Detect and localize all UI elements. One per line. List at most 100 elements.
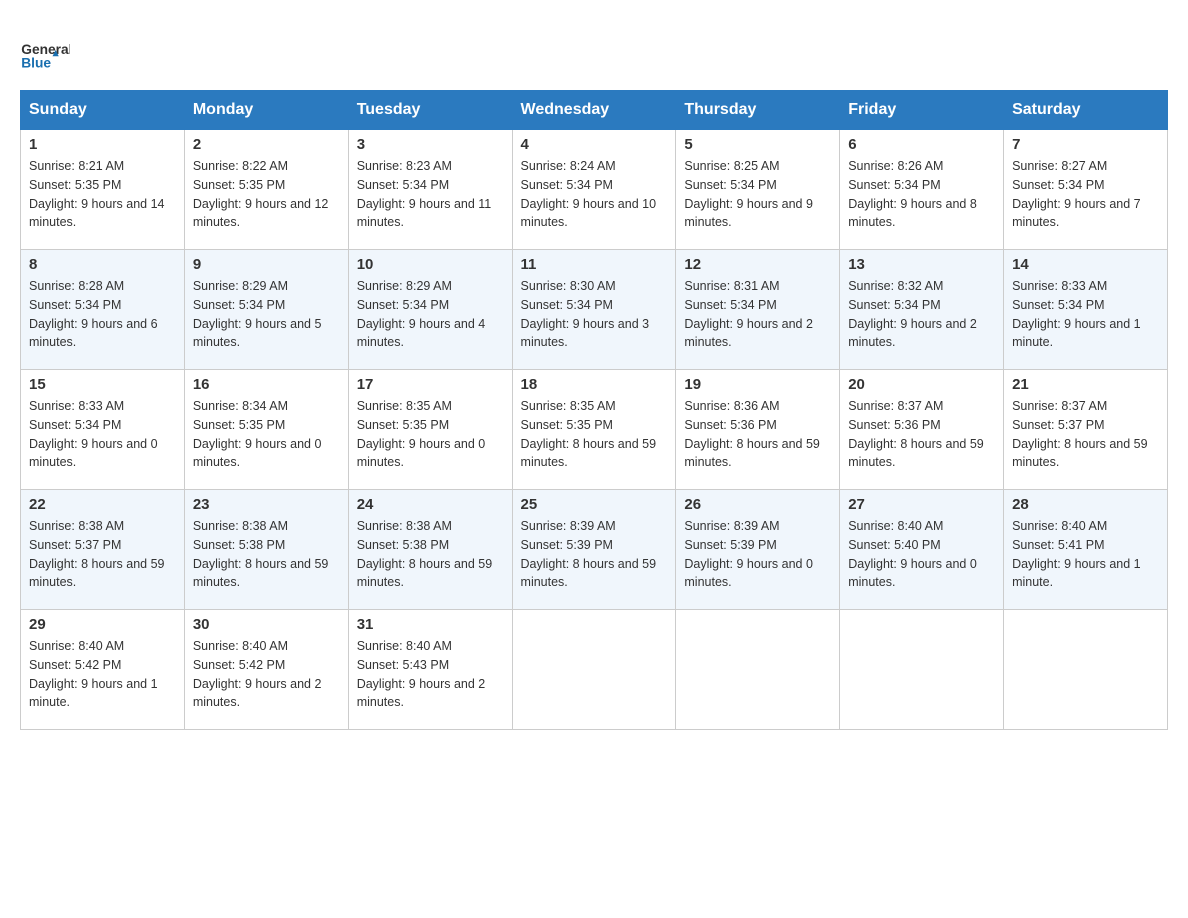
calendar-cell: 4 Sunrise: 8:24 AMSunset: 5:34 PMDaylight…	[512, 130, 676, 250]
day-info: Sunrise: 8:40 AMSunset: 5:42 PMDaylight:…	[193, 637, 340, 712]
calendar-cell: 21 Sunrise: 8:37 AMSunset: 5:37 PMDayligh…	[1004, 370, 1168, 490]
calendar-cell: 1 Sunrise: 8:21 AMSunset: 5:35 PMDaylight…	[21, 130, 185, 250]
calendar-cell: 12 Sunrise: 8:31 AMSunset: 5:34 PMDayligh…	[676, 250, 840, 370]
col-header-monday: Monday	[184, 91, 348, 130]
day-number: 30	[193, 616, 340, 633]
calendar-cell: 23Sunrise: 8:38 AMSunset: 5:38 PMDayligh…	[184, 490, 348, 610]
day-info: Sunrise: 8:40 AMSunset: 5:41 PMDaylight:…	[1012, 517, 1159, 592]
day-info: Sunrise: 8:35 AMSunset: 5:35 PMDaylight:…	[521, 397, 668, 472]
week-row-5: 29 Sunrise: 8:40 AMSunset: 5:42 PMDayligh…	[21, 610, 1168, 730]
calendar-table: SundayMondayTuesdayWednesdayThursdayFrid…	[20, 90, 1168, 730]
calendar-cell: 27 Sunrise: 8:40 AMSunset: 5:40 PMDayligh…	[840, 490, 1004, 610]
day-number: 6	[848, 136, 995, 153]
day-info: Sunrise: 8:32 AMSunset: 5:34 PMDaylight:…	[848, 277, 995, 352]
day-number: 22	[29, 496, 176, 513]
calendar-cell: 25 Sunrise: 8:39 AMSunset: 5:39 PMDayligh…	[512, 490, 676, 610]
day-info: Sunrise: 8:27 AMSunset: 5:34 PMDaylight:…	[1012, 157, 1159, 232]
day-info: Sunrise: 8:33 AMSunset: 5:34 PMDaylight:…	[29, 397, 176, 472]
day-info: Sunrise: 8:23 AMSunset: 5:34 PMDaylight:…	[357, 157, 504, 232]
page-header: General Blue	[20, 20, 1168, 80]
calendar-cell: 22 Sunrise: 8:38 AMSunset: 5:37 PMDayligh…	[21, 490, 185, 610]
day-info: Sunrise: 8:37 AMSunset: 5:37 PMDaylight:…	[1012, 397, 1159, 472]
calendar-cell: 17 Sunrise: 8:35 AMSunset: 5:35 PMDayligh…	[348, 370, 512, 490]
day-info: Sunrise: 8:39 AMSunset: 5:39 PMDaylight:…	[521, 517, 668, 592]
day-info: Sunrise: 8:22 AMSunset: 5:35 PMDaylight:…	[193, 157, 340, 232]
week-row-1: 1 Sunrise: 8:21 AMSunset: 5:35 PMDaylight…	[21, 130, 1168, 250]
day-info: Sunrise: 8:31 AMSunset: 5:34 PMDaylight:…	[684, 277, 831, 352]
calendar-cell: 7Sunrise: 8:27 AMSunset: 5:34 PMDaylight…	[1004, 130, 1168, 250]
col-header-saturday: Saturday	[1004, 91, 1168, 130]
col-header-sunday: Sunday	[21, 91, 185, 130]
calendar-cell: 24 Sunrise: 8:38 AMSunset: 5:38 PMDayligh…	[348, 490, 512, 610]
day-number: 17	[357, 376, 504, 393]
col-header-thursday: Thursday	[676, 91, 840, 130]
day-info: Sunrise: 8:33 AMSunset: 5:34 PMDaylight:…	[1012, 277, 1159, 352]
day-info: Sunrise: 8:39 AMSunset: 5:39 PMDaylight:…	[684, 517, 831, 592]
calendar-cell: 14Sunrise: 8:33 AMSunset: 5:34 PMDayligh…	[1004, 250, 1168, 370]
day-info: Sunrise: 8:28 AMSunset: 5:34 PMDaylight:…	[29, 277, 176, 352]
col-header-tuesday: Tuesday	[348, 91, 512, 130]
calendar-cell: 18 Sunrise: 8:35 AMSunset: 5:35 PMDayligh…	[512, 370, 676, 490]
calendar-cell	[676, 610, 840, 730]
day-number: 21	[1012, 376, 1159, 393]
day-number: 24	[357, 496, 504, 513]
calendar-cell: 26 Sunrise: 8:39 AMSunset: 5:39 PMDayligh…	[676, 490, 840, 610]
header-row: SundayMondayTuesdayWednesdayThursdayFrid…	[21, 91, 1168, 130]
day-info: Sunrise: 8:37 AMSunset: 5:36 PMDaylight:…	[848, 397, 995, 472]
day-number: 25	[521, 496, 668, 513]
day-info: Sunrise: 8:40 AMSunset: 5:43 PMDaylight:…	[357, 637, 504, 712]
day-info: Sunrise: 8:30 AMSunset: 5:34 PMDaylight:…	[521, 277, 668, 352]
day-info: Sunrise: 8:38 AMSunset: 5:38 PMDaylight:…	[357, 517, 504, 592]
day-info: Sunrise: 8:29 AMSunset: 5:34 PMDaylight:…	[193, 277, 340, 352]
day-info: Sunrise: 8:40 AMSunset: 5:40 PMDaylight:…	[848, 517, 995, 592]
day-number: 8	[29, 256, 176, 273]
day-info: Sunrise: 8:25 AMSunset: 5:34 PMDaylight:…	[684, 157, 831, 232]
day-number: 18	[521, 376, 668, 393]
calendar-cell	[1004, 610, 1168, 730]
day-number: 3	[357, 136, 504, 153]
day-info: Sunrise: 8:29 AMSunset: 5:34 PMDaylight:…	[357, 277, 504, 352]
day-number: 28	[1012, 496, 1159, 513]
day-number: 27	[848, 496, 995, 513]
svg-text:General: General	[21, 42, 70, 57]
day-number: 15	[29, 376, 176, 393]
calendar-cell: 5 Sunrise: 8:25 AMSunset: 5:34 PMDaylight…	[676, 130, 840, 250]
calendar-cell: 6 Sunrise: 8:26 AMSunset: 5:34 PMDaylight…	[840, 130, 1004, 250]
day-info: Sunrise: 8:26 AMSunset: 5:34 PMDaylight:…	[848, 157, 995, 232]
day-number: 2	[193, 136, 340, 153]
calendar-cell: 28 Sunrise: 8:40 AMSunset: 5:41 PMDayligh…	[1004, 490, 1168, 610]
calendar-cell: 30 Sunrise: 8:40 AMSunset: 5:42 PMDayligh…	[184, 610, 348, 730]
day-number: 10	[357, 256, 504, 273]
calendar-cell: 2 Sunrise: 8:22 AMSunset: 5:35 PMDaylight…	[184, 130, 348, 250]
day-number: 23	[193, 496, 340, 513]
col-header-wednesday: Wednesday	[512, 91, 676, 130]
week-row-2: 8 Sunrise: 8:28 AMSunset: 5:34 PMDaylight…	[21, 250, 1168, 370]
day-number: 31	[357, 616, 504, 633]
calendar-cell: 29Sunrise: 8:40 AMSunset: 5:42 PMDayligh…	[21, 610, 185, 730]
col-header-friday: Friday	[840, 91, 1004, 130]
day-number: 26	[684, 496, 831, 513]
day-number: 9	[193, 256, 340, 273]
day-number: 13	[848, 256, 995, 273]
calendar-cell: 8 Sunrise: 8:28 AMSunset: 5:34 PMDaylight…	[21, 250, 185, 370]
day-info: Sunrise: 8:24 AMSunset: 5:34 PMDaylight:…	[521, 157, 668, 232]
calendar-cell: 31 Sunrise: 8:40 AMSunset: 5:43 PMDayligh…	[348, 610, 512, 730]
day-number: 11	[521, 256, 668, 273]
day-info: Sunrise: 8:21 AMSunset: 5:35 PMDaylight:…	[29, 157, 176, 232]
calendar-cell: 15 Sunrise: 8:33 AMSunset: 5:34 PMDayligh…	[21, 370, 185, 490]
day-number: 5	[684, 136, 831, 153]
day-number: 29	[29, 616, 176, 633]
calendar-cell: 9 Sunrise: 8:29 AMSunset: 5:34 PMDaylight…	[184, 250, 348, 370]
day-info: Sunrise: 8:35 AMSunset: 5:35 PMDaylight:…	[357, 397, 504, 472]
calendar-cell: 3 Sunrise: 8:23 AMSunset: 5:34 PMDaylight…	[348, 130, 512, 250]
day-number: 4	[521, 136, 668, 153]
day-number: 20	[848, 376, 995, 393]
calendar-cell: 10 Sunrise: 8:29 AMSunset: 5:34 PMDayligh…	[348, 250, 512, 370]
day-number: 1	[29, 136, 176, 153]
svg-text:Blue: Blue	[21, 56, 51, 71]
day-number: 12	[684, 256, 831, 273]
calendar-cell	[840, 610, 1004, 730]
calendar-cell: 20 Sunrise: 8:37 AMSunset: 5:36 PMDayligh…	[840, 370, 1004, 490]
day-info: Sunrise: 8:38 AMSunset: 5:37 PMDaylight:…	[29, 517, 176, 592]
week-row-3: 15 Sunrise: 8:33 AMSunset: 5:34 PMDayligh…	[21, 370, 1168, 490]
